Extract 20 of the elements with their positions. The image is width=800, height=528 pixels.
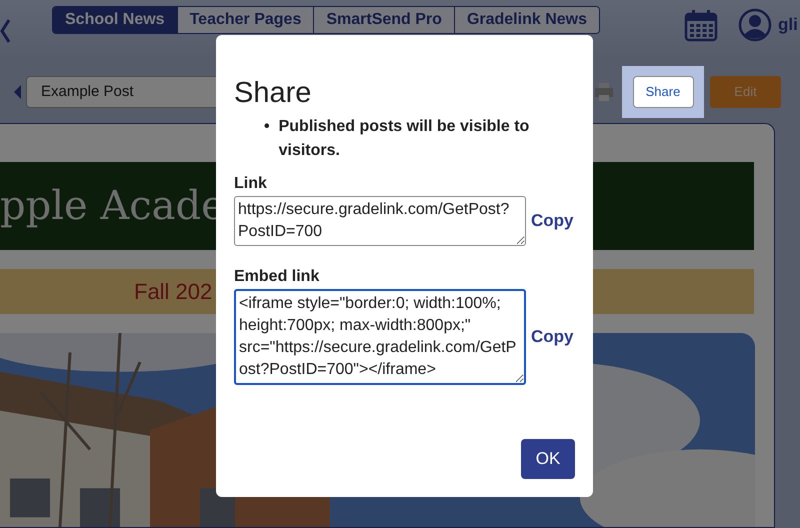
dialog-title: Share [234,76,312,111]
copy-link[interactable]: Copy [531,211,574,231]
nav-tab[interactable]: Teacher Pages [176,7,314,33]
user-avatar-icon[interactable] [738,8,772,42]
nav-tab[interactable]: SmartSend Pro [313,7,454,33]
link-field[interactable]: https://secure.gradelink.com/GetPost?PostID=700 [234,196,526,246]
link-field[interactable]: <iframe style="border:0; width:100%; height:700px; max-width:800px;" src="https://secure.gradelink.com/GetPost?PostID=700"></iframe> [234,289,526,385]
field-label: Embed link [234,268,320,286]
term-title: Fall 202 [134,278,212,304]
caret-icon[interactable] [14,84,22,98]
copy-link[interactable]: Copy [531,327,574,347]
bullet-marker: • [264,117,270,137]
calendar-icon[interactable] [684,8,718,42]
nav-tab[interactable]: Gradelink News [454,7,599,33]
field-label: Link [234,175,268,193]
dialog-note: Published posts will be visible to visitors. [278,117,530,161]
share-button[interactable]: Share [632,76,694,108]
nav-tab[interactable]: School News [53,7,177,33]
printer-icon[interactable] [594,82,614,102]
ok-button[interactable]: OK [521,439,575,479]
